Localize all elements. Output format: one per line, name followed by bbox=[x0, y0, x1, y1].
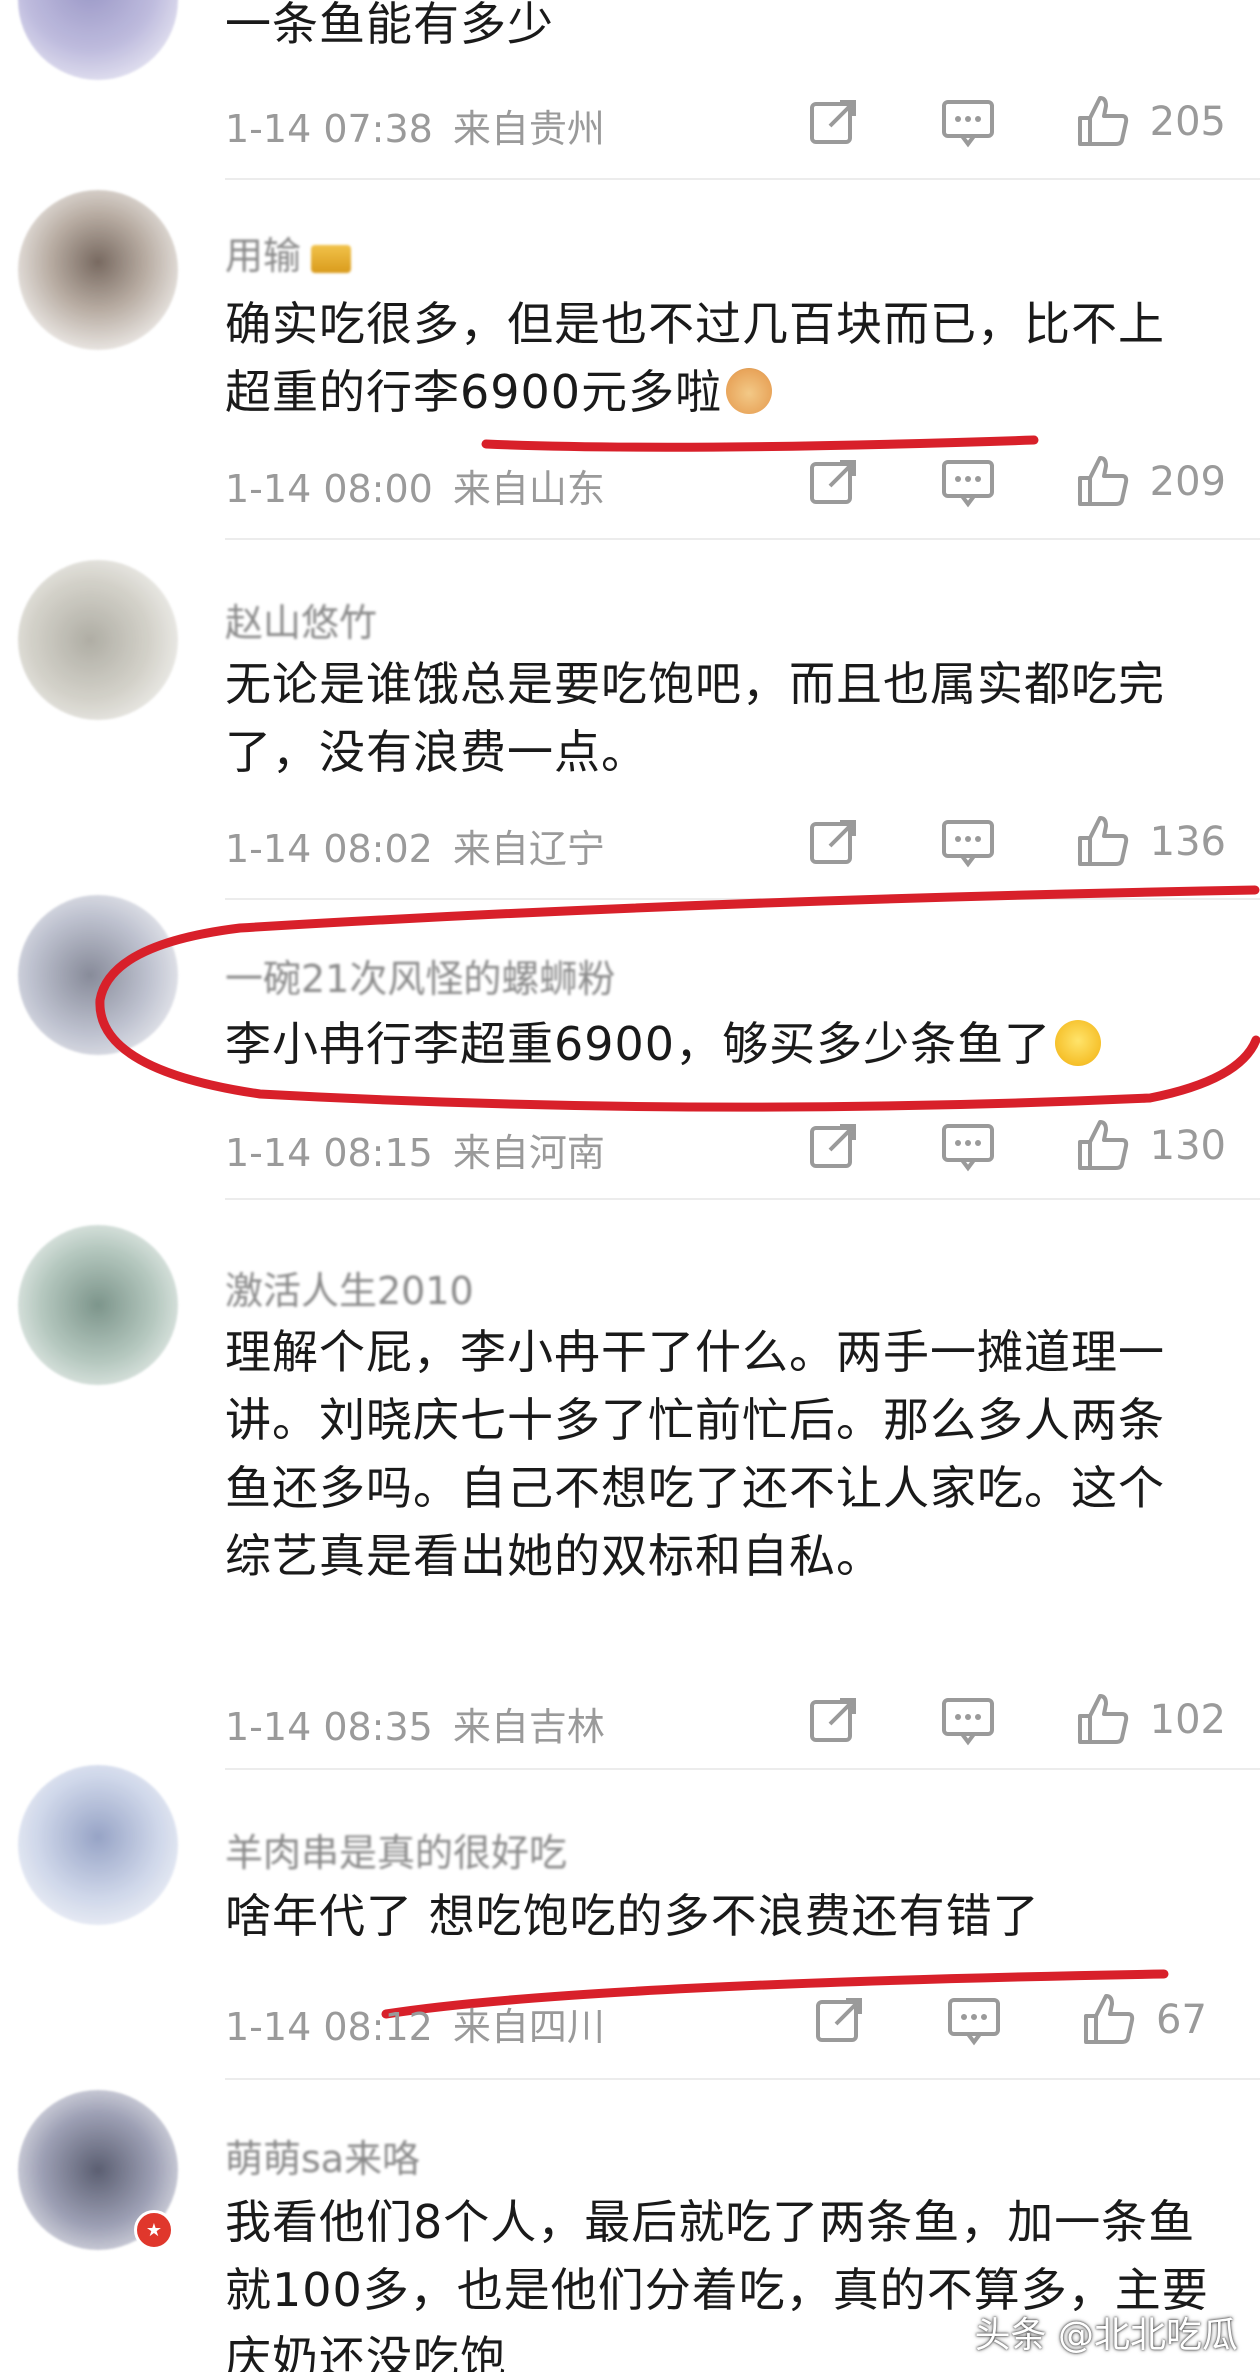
share-icon[interactable] bbox=[804, 1690, 864, 1750]
comment-location: 来自辽宁 bbox=[452, 827, 605, 871]
username: 激活人生2010 bbox=[225, 1269, 474, 1313]
comment-icon[interactable] bbox=[938, 1116, 998, 1176]
comment-item: 用输 确实吃很多，但是也不过几百块而已，比不上超重的行李6900元多啦 1-14… bbox=[0, 180, 1260, 540]
username: 羊肉串是真的很好吃 bbox=[225, 1831, 568, 1875]
comment-icon[interactable] bbox=[944, 1990, 1004, 2050]
comment-time: 1-14 08:15 bbox=[225, 1131, 433, 1175]
vip-crown-icon bbox=[311, 244, 352, 273]
avatar[interactable] bbox=[18, 895, 178, 1055]
comment-time: 1-14 08:12 bbox=[225, 2005, 433, 2049]
avatar[interactable] bbox=[18, 1225, 178, 1385]
avatar[interactable] bbox=[18, 190, 178, 350]
comment-location: 来自河南 bbox=[452, 1131, 605, 1175]
comment-meta: 1-14 08:15 来自河南 bbox=[225, 1122, 605, 1177]
comment-actions: 136 bbox=[804, 812, 1226, 872]
comment-actions: 209 bbox=[804, 452, 1226, 512]
comment-meta: 1-14 08:35 来自吉林 bbox=[225, 1696, 605, 1751]
comment-text: 无论是谁饿总是要吃饱吧，而且也属实都吃完了，没有浪费一点。 bbox=[225, 657, 1165, 779]
comment-actions: 67 bbox=[810, 1990, 1226, 2050]
like-count: 102 bbox=[1149, 1697, 1226, 1743]
like-button[interactable]: 130 bbox=[1072, 1116, 1226, 1176]
comment-meta: 1-14 08:00 来自山东 bbox=[225, 458, 605, 513]
comment-text: 啥年代了 想吃饱吃的多不浪费还有错了 bbox=[225, 1889, 1040, 1943]
comment-item: 一碗21次风怪的螺蛳粉 李小冉行李超重6900，够买多少条鱼了 1-14 08:… bbox=[0, 885, 1260, 1200]
username: 萌萌sa来咯 bbox=[225, 2137, 421, 2181]
username: 赵山悠竹 bbox=[225, 601, 378, 645]
avatar[interactable] bbox=[18, 560, 178, 720]
avatar[interactable] bbox=[18, 1765, 178, 1925]
like-count: 67 bbox=[1156, 1997, 1207, 2043]
watermark: 头条 @北北吃瓜 bbox=[974, 2315, 1238, 2356]
comment-text: 理解个屁，李小冉干了什么。两手一摊道理一讲。刘晓庆七十多了忙前忙后。那么多人两条… bbox=[225, 1325, 1165, 1583]
comment-meta: 1-14 07:38 来自贵州 bbox=[225, 98, 605, 153]
share-icon[interactable] bbox=[810, 1990, 870, 2050]
comment-icon[interactable] bbox=[938, 92, 998, 152]
like-count: 205 bbox=[1149, 99, 1226, 145]
comment-meta: 1-14 08:02 来自辽宁 bbox=[225, 818, 605, 873]
like-button[interactable]: 205 bbox=[1072, 92, 1226, 152]
comment-time: 1-14 08:35 bbox=[225, 1705, 433, 1749]
thumbs-up-icon[interactable] bbox=[1072, 1116, 1132, 1176]
comment-text: 一条鱼能有多少 bbox=[225, 0, 554, 51]
share-icon[interactable] bbox=[804, 452, 864, 512]
thumbs-up-icon[interactable] bbox=[1072, 452, 1132, 512]
comment-actions: 102 bbox=[804, 1690, 1226, 1750]
comment-icon[interactable] bbox=[938, 1690, 998, 1750]
like-count: 209 bbox=[1149, 459, 1226, 505]
comment-actions: 205 bbox=[804, 92, 1226, 152]
like-count: 130 bbox=[1149, 1123, 1226, 1169]
comment-item: 赵山悠竹 无论是谁饿总是要吃饱吧，而且也属实都吃完了，没有浪费一点。 1-14 … bbox=[0, 540, 1260, 900]
comment-item: 激活人生2010 理解个屁，李小冉干了什么。两手一摊道理一讲。刘晓庆七十多了忙前… bbox=[0, 1200, 1260, 1770]
thumbs-up-icon[interactable] bbox=[1072, 92, 1132, 152]
comment-time: 1-14 08:00 bbox=[225, 467, 433, 511]
username: 一碗21次风怪的螺蛳粉 bbox=[225, 957, 616, 1001]
like-button[interactable]: 67 bbox=[1078, 1990, 1226, 2050]
like-button[interactable]: 209 bbox=[1072, 452, 1226, 512]
share-icon[interactable] bbox=[804, 1116, 864, 1176]
like-count: 136 bbox=[1149, 819, 1226, 865]
comment-item: 一条鱼能有多少 1-14 07:38 来自贵州 205 bbox=[0, 0, 1260, 180]
comment-location: 来自四川 bbox=[452, 2005, 605, 2049]
username: 用输 bbox=[225, 225, 352, 280]
like-button[interactable]: 136 bbox=[1072, 812, 1226, 872]
cat-emoji-icon bbox=[726, 368, 773, 414]
thumbs-up-icon[interactable] bbox=[1072, 1690, 1132, 1750]
comment-text: 李小冉行李超重6900，够买多少条鱼了 bbox=[225, 1010, 1225, 1078]
verified-badge-icon: ★ bbox=[134, 2210, 174, 2250]
comment-actions: 130 bbox=[804, 1116, 1226, 1176]
thumbs-up-icon[interactable] bbox=[1078, 1990, 1138, 2050]
comment-text: 确实吃很多，但是也不过几百块而已，比不上超重的行李6900元多啦 bbox=[225, 297, 1165, 419]
comment-icon[interactable] bbox=[938, 812, 998, 872]
comment-time: 1-14 07:38 bbox=[225, 107, 433, 151]
comment-location: 来自贵州 bbox=[452, 107, 605, 151]
comment-location: 来自山东 bbox=[452, 467, 605, 511]
avatar[interactable] bbox=[18, 0, 178, 80]
comment-item: 羊肉串是真的很好吃 啥年代了 想吃饱吃的多不浪费还有错了 1-14 08:12 来… bbox=[0, 1765, 1260, 2080]
comment-meta: 1-14 08:12 来自四川 bbox=[225, 1996, 605, 2051]
comment-location: 来自吉林 bbox=[452, 1705, 605, 1749]
thumbs-up-icon[interactable] bbox=[1072, 812, 1132, 872]
share-icon[interactable] bbox=[804, 812, 864, 872]
sweat-emoji-icon bbox=[1055, 1020, 1102, 1066]
comment-time: 1-14 08:02 bbox=[225, 827, 433, 871]
comment-icon[interactable] bbox=[938, 452, 998, 512]
like-button[interactable]: 102 bbox=[1072, 1690, 1226, 1750]
share-icon[interactable] bbox=[804, 92, 864, 152]
